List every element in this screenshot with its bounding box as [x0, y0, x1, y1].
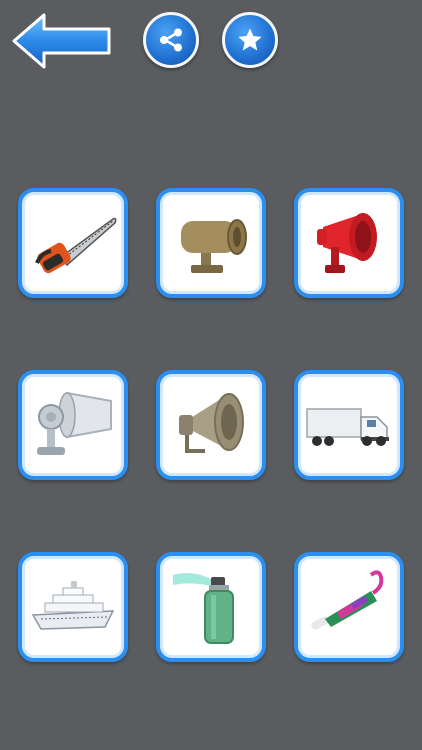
truck-icon: [306, 408, 389, 446]
share-button[interactable]: [143, 12, 199, 68]
sound-tile-siren[interactable]: [156, 188, 266, 298]
chainsaw-icon: [35, 217, 117, 274]
sound-tile-ship[interactable]: [18, 552, 128, 662]
horn-speaker-icon: [179, 393, 244, 453]
star-icon: [238, 28, 262, 51]
ship-icon: [31, 581, 115, 630]
sound-tile-horn-speaker[interactable]: [156, 370, 266, 480]
back-button[interactable]: [12, 12, 112, 70]
air-horn-icon: [173, 573, 234, 644]
alarm-horn-icon: [37, 391, 112, 455]
sound-tile-alarm-horn[interactable]: [18, 370, 128, 480]
megaphone-icon: [317, 213, 377, 273]
sound-tile-chainsaw[interactable]: [18, 188, 128, 298]
share-icon: [160, 28, 182, 52]
sound-tile-party-horn[interactable]: [294, 552, 404, 662]
favorite-button[interactable]: [222, 12, 278, 68]
top-toolbar: [0, 0, 422, 80]
sound-tile-air-horn-can[interactable]: [156, 552, 266, 662]
left-arrow-icon: [12, 13, 111, 69]
party-horn-icon: [311, 570, 384, 630]
siren-icon: [181, 219, 247, 273]
sound-tile-truck[interactable]: [294, 370, 404, 480]
sound-tile-red-megaphone[interactable]: [294, 188, 404, 298]
